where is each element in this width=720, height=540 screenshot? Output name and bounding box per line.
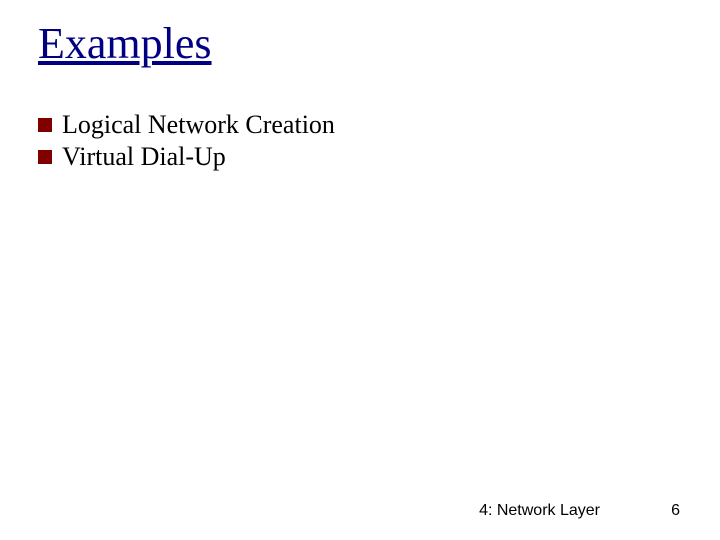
list-item: Logical Network Creation <box>38 110 335 140</box>
bullet-icon <box>38 150 52 164</box>
slide: Examples Logical Network Creation Virtua… <box>0 0 720 540</box>
bullet-list: Logical Network Creation Virtual Dial-Up <box>38 110 335 174</box>
bullet-icon <box>38 118 52 132</box>
list-item: Virtual Dial-Up <box>38 142 335 172</box>
bullet-text: Virtual Dial-Up <box>62 142 226 172</box>
bullet-text: Logical Network Creation <box>62 110 335 140</box>
footer-label: 4: Network Layer <box>479 502 600 520</box>
footer-page-number: 6 <box>671 502 680 520</box>
slide-title: Examples <box>38 18 212 69</box>
